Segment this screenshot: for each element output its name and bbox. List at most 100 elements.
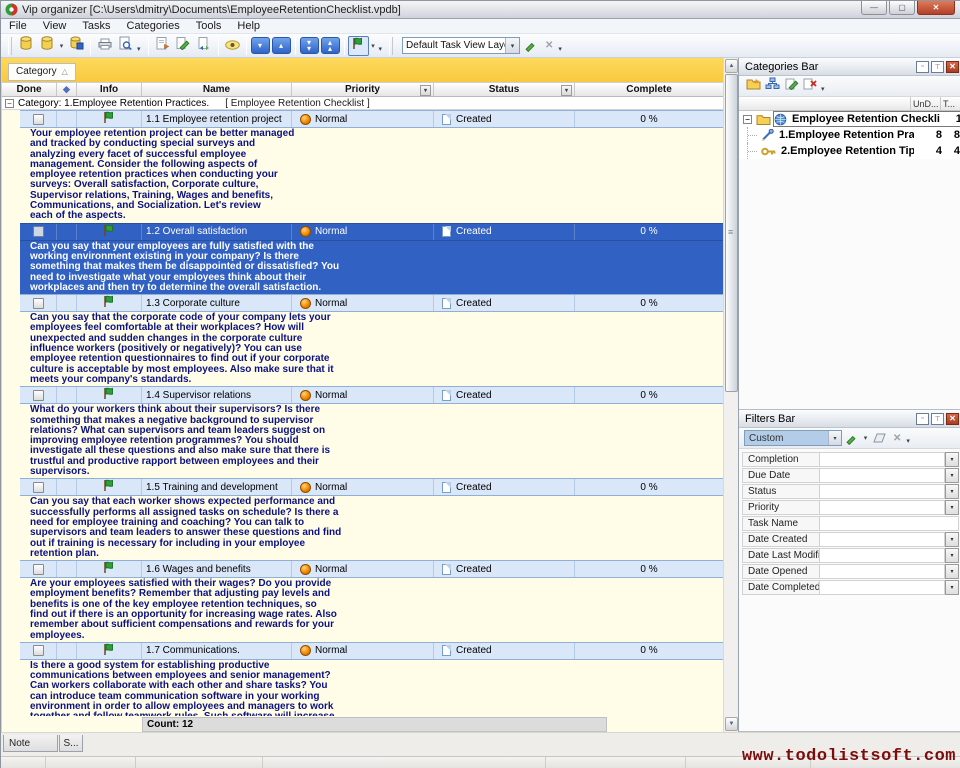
task-name-cell[interactable]: 1.6 Wages and benefits xyxy=(142,561,292,577)
column-header-attachment[interactable] xyxy=(57,83,77,96)
scrollbar-thumb[interactable] xyxy=(725,74,738,392)
delete-category-button[interactable] xyxy=(801,77,820,95)
filter-dropdown-button[interactable] xyxy=(945,484,959,499)
print-preview-button[interactable] xyxy=(115,36,136,56)
column-header-status[interactable]: Status xyxy=(434,83,575,96)
view-button[interactable] xyxy=(222,36,243,56)
move-bottom-button[interactable] xyxy=(299,36,320,56)
task-row[interactable]: 1.6 Wages and benefitsNormalCreated0 % xyxy=(20,560,723,578)
scroll-down-button[interactable] xyxy=(725,717,738,731)
filter-value-input[interactable] xyxy=(820,532,945,547)
edit-task-button[interactable] xyxy=(173,36,194,56)
filter-dropdown-button[interactable] xyxy=(945,548,959,563)
toolbar-overflow-icon[interactable] xyxy=(906,437,910,445)
filter-preset-combo[interactable]: Custom xyxy=(744,430,842,446)
tab-s[interactable]: S... xyxy=(59,735,83,752)
task-view-layout-combo[interactable]: Default Task View Layout xyxy=(402,37,520,54)
column-header-name[interactable]: Name xyxy=(142,83,292,96)
combo-dropdown-icon[interactable] xyxy=(505,38,519,53)
close-button[interactable]: ✕ xyxy=(917,1,955,15)
dropdown-icon[interactable] xyxy=(369,42,378,50)
task-description[interactable]: Your employee retention project can be b… xyxy=(20,128,723,223)
menu-item-tasks[interactable]: Tasks xyxy=(74,19,118,34)
task-checkbox[interactable] xyxy=(33,564,44,575)
filter-dropdown-button[interactable] xyxy=(945,500,959,515)
save-filter-button[interactable] xyxy=(842,429,861,447)
category-group-row[interactable]: Category: 1.Employee Retention Practices… xyxy=(2,97,723,110)
task-checkbox[interactable] xyxy=(33,226,44,237)
task-description[interactable]: Can you say that the corporate code of y… xyxy=(20,312,723,386)
vertical-scrollbar[interactable] xyxy=(723,58,738,732)
menu-item-tools[interactable]: Tools xyxy=(188,19,230,34)
task-name-cell[interactable]: 1.4 Supervisor relations xyxy=(142,387,292,403)
task-description[interactable]: Are your employees satisfied with their … xyxy=(20,578,723,642)
open-database-button[interactable] xyxy=(36,36,57,56)
task-row[interactable]: 1.1 Employee retention projectNormalCrea… xyxy=(20,110,723,128)
delete-layout-button[interactable] xyxy=(541,40,557,51)
new-subcategory-button[interactable] xyxy=(763,77,782,95)
new-category-button[interactable] xyxy=(744,77,763,95)
task-row[interactable]: 1.2 Overall satisfactionNormalCreated0 % xyxy=(20,223,723,241)
menu-item-help[interactable]: Help xyxy=(229,19,268,34)
menu-item-view[interactable]: View xyxy=(35,19,75,34)
filter-dropdown-button[interactable] xyxy=(945,580,959,595)
filter-value-input[interactable] xyxy=(820,548,945,563)
menu-item-file[interactable]: File xyxy=(1,19,35,34)
panel-restore-icon[interactable]: ▫ xyxy=(916,413,929,425)
panel-close-icon[interactable] xyxy=(946,413,959,425)
filter-value-input[interactable] xyxy=(820,468,945,483)
task-checkbox[interactable] xyxy=(33,482,44,493)
filter-value-input[interactable] xyxy=(820,484,945,499)
panel-close-icon[interactable] xyxy=(946,61,959,73)
category-tree-item[interactable]: Employee Retention Checkli1212 xyxy=(739,111,960,127)
task-row[interactable]: 1.5 Training and developmentNormalCreate… xyxy=(20,478,723,496)
filter-value-input[interactable] xyxy=(820,580,945,595)
move-up-button[interactable] xyxy=(271,36,292,56)
print-button[interactable] xyxy=(94,36,115,56)
collapse-icon[interactable] xyxy=(5,99,14,108)
save-database-button[interactable] xyxy=(66,36,87,56)
group-by-category-tab[interactable]: Category xyxy=(8,63,76,81)
filter-dropdown-button[interactable] xyxy=(945,532,959,547)
toolbar-overflow-icon[interactable] xyxy=(821,85,825,93)
task-row[interactable]: 1.3 Corporate cultureNormalCreated0 % xyxy=(20,294,723,312)
column-header-priority[interactable]: Priority xyxy=(292,83,434,96)
filter-dropdown-button[interactable] xyxy=(945,564,959,579)
move-top-button[interactable] xyxy=(320,36,341,56)
priority-filter-button[interactable] xyxy=(420,85,431,96)
column-header-info[interactable]: Info xyxy=(77,83,142,96)
task-description[interactable]: Can you say that your employees are full… xyxy=(20,241,723,294)
panel-pin-icon[interactable]: ⊤ xyxy=(931,61,944,73)
minimize-button[interactable]: — xyxy=(861,1,887,15)
task-checkbox[interactable] xyxy=(33,114,44,125)
delete-filter-button[interactable] xyxy=(889,433,905,444)
dropdown-icon[interactable] xyxy=(57,42,66,50)
task-name-cell[interactable]: 1.2 Overall satisfaction xyxy=(142,224,292,240)
move-down-button[interactable] xyxy=(250,36,271,56)
edit-category-button[interactable] xyxy=(782,77,801,95)
toolbar-overflow-icon[interactable] xyxy=(379,45,383,53)
filter-value-input[interactable] xyxy=(820,564,945,579)
filter-value-input[interactable] xyxy=(820,452,945,467)
delete-task-button[interactable] xyxy=(194,36,215,56)
task-name-cell[interactable]: 1.1 Employee retention project xyxy=(142,111,292,127)
category-tree-item[interactable]: 2.Employee Retention Tips.44 xyxy=(739,143,960,159)
total-column-header[interactable]: T... xyxy=(940,97,960,111)
task-description[interactable]: Is there a good system for establishing … xyxy=(20,660,723,716)
task-row[interactable]: 1.4 Supervisor relationsNormalCreated0 % xyxy=(20,386,723,404)
task-row[interactable]: 1.7 Communications.NormalCreated0 % xyxy=(20,642,723,660)
task-checkbox[interactable] xyxy=(33,298,44,309)
highlight-flag-button[interactable] xyxy=(348,36,369,56)
task-description[interactable]: Can you say that each worker shows expec… xyxy=(20,496,723,560)
new-task-button[interactable] xyxy=(152,36,173,56)
task-checkbox[interactable] xyxy=(33,645,44,656)
task-description[interactable]: What do your workers think about their s… xyxy=(20,404,723,478)
toolbar-overflow-icon[interactable] xyxy=(558,45,562,53)
edit-layout-button[interactable] xyxy=(520,36,541,56)
tab-note[interactable]: Note xyxy=(3,735,58,752)
filter-dropdown-button[interactable] xyxy=(945,452,959,467)
filter-value-input[interactable] xyxy=(820,516,959,531)
status-filter-button[interactable] xyxy=(561,85,572,96)
maximize-button[interactable]: ▢ xyxy=(889,1,915,15)
task-checkbox[interactable] xyxy=(33,390,44,401)
